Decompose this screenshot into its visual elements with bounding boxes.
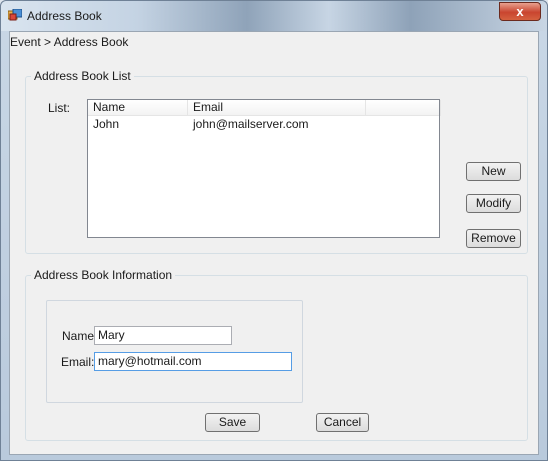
list-item-email: john@mailserver.com <box>193 117 309 131</box>
name-field[interactable]: Mary <box>94 326 232 345</box>
email-label: Email: <box>61 355 95 369</box>
name-label: Name: <box>62 329 98 343</box>
address-book-window: Address Book x Event > Address Book Addr… <box>0 0 548 461</box>
breadcrumb: Event > Address Book <box>10 35 129 49</box>
email-field[interactable]: mary@hotmail.com <box>94 352 292 371</box>
address-book-information-group: Address Book Information Name: Mary Emai… <box>25 268 528 441</box>
remove-button[interactable]: Remove <box>466 229 521 248</box>
column-header-email[interactable]: Email <box>188 100 366 116</box>
title-bar[interactable]: Address Book x <box>1 1 547 31</box>
modify-button[interactable]: Modify <box>466 194 521 213</box>
address-book-icon <box>7 8 23 21</box>
list-label: List: <box>48 101 71 115</box>
list-header: Name Email <box>88 100 441 116</box>
column-header-empty[interactable] <box>366 100 441 116</box>
close-icon: x <box>516 4 524 19</box>
window-title: Address Book <box>27 9 102 23</box>
save-button[interactable]: Save <box>205 413 260 432</box>
contact-details-panel: Name: Mary Email: mary@hotmail.com <box>46 300 303 403</box>
new-button[interactable]: New <box>466 162 521 181</box>
column-header-name[interactable]: Name <box>88 100 188 116</box>
client-area: Event > Address Book Address Book List L… <box>9 31 539 455</box>
list-item[interactable]: John john@mailserver.com <box>88 117 439 133</box>
close-button[interactable]: x <box>499 2 541 21</box>
address-book-list-group: Address Book List List: Name Email John … <box>25 69 528 254</box>
address-book-list-legend: Address Book List <box>31 69 134 83</box>
address-list[interactable]: Name Email John john@mailserver.com <box>87 99 441 238</box>
cancel-button[interactable]: Cancel <box>316 413 369 432</box>
list-item-name: John <box>93 117 120 131</box>
address-book-information-legend: Address Book Information <box>31 268 176 282</box>
